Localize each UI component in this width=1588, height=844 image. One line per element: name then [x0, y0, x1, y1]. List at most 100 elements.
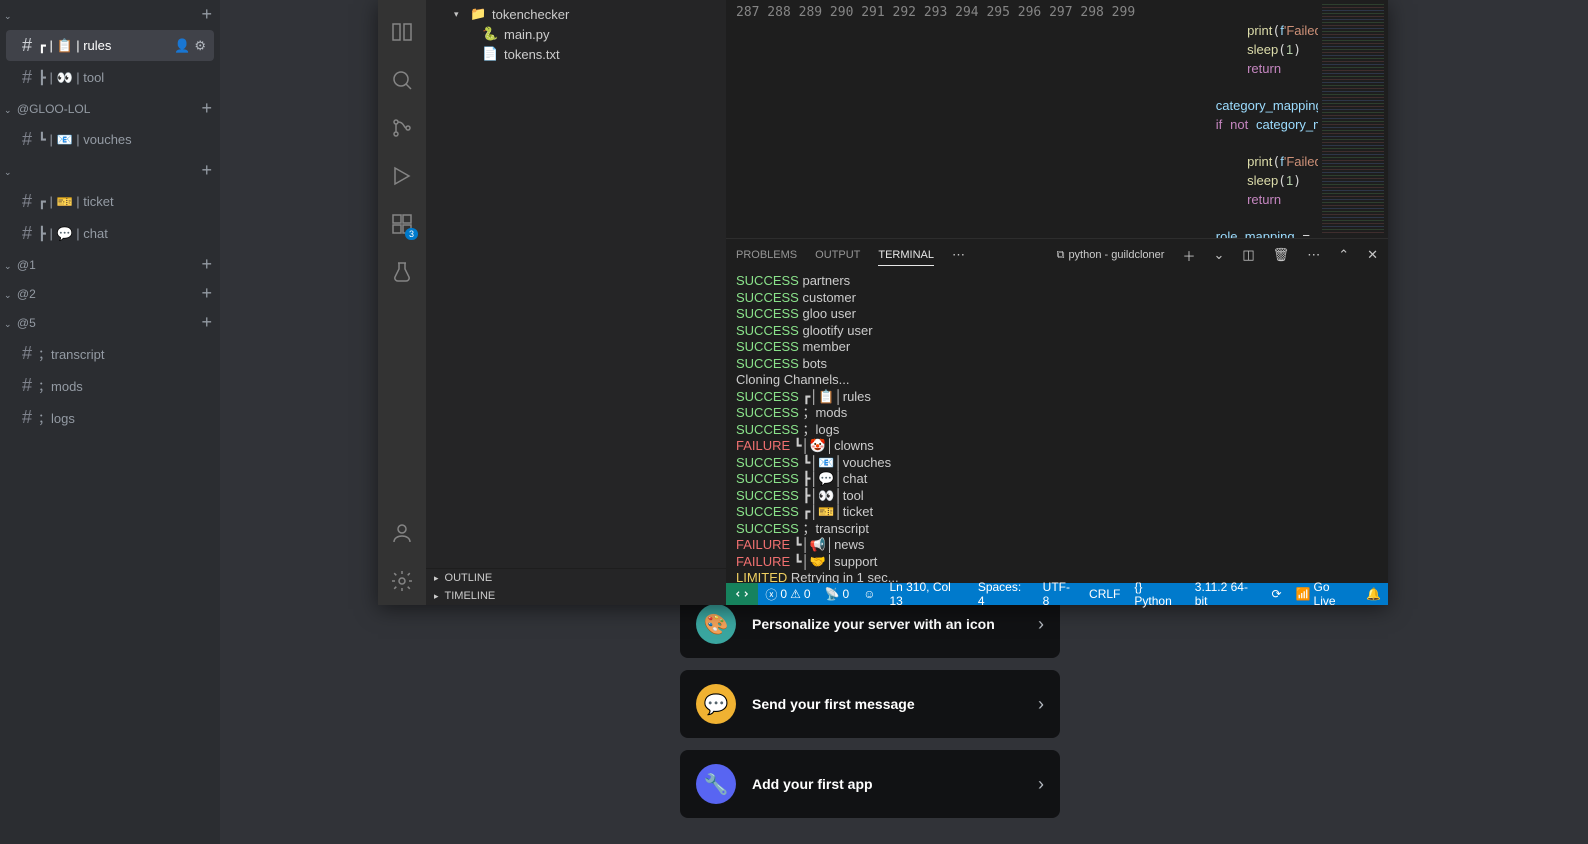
terminal-line: FAILURE ┗│📢│news [736, 537, 1378, 554]
hash-icon: # [22, 343, 32, 364]
terminal-line: SUCCESS bots [736, 356, 1378, 373]
status-spaces[interactable]: Spaces: 4 [971, 580, 1036, 608]
status-feedback-icon[interactable]: ☺ [856, 587, 882, 601]
tab-problems[interactable]: PROBLEMS [736, 245, 797, 265]
testing-icon[interactable] [378, 248, 426, 296]
category-gloo[interactable]: ⌄ @GLOO-LOL+ [0, 94, 220, 123]
bottom-panel: PROBLEMS OUTPUT TERMINAL ⋯ ⧉ python - gu… [726, 238, 1388, 583]
add-channel-icon[interactable]: + [201, 254, 212, 275]
channel-rules[interactable]: #┏ | 📋 | rules👤⚙ [6, 30, 214, 61]
channel-chat[interactable]: #┣ | 💬 | chat [6, 218, 214, 249]
channel-label: ；transcript [38, 344, 104, 363]
new-terminal-icon[interactable]: ＋ [1182, 246, 1195, 265]
explorer-icon[interactable] [378, 8, 426, 56]
panel-tabs: PROBLEMS OUTPUT TERMINAL ⋯ ⧉ python - gu… [726, 239, 1388, 271]
terminal-output[interactable]: SUCCESS partnersSUCCESS customerSUCCESS … [726, 271, 1388, 583]
chevron-down-icon: ⌄ [4, 290, 12, 300]
channel-transcript[interactable]: # ；transcript [6, 338, 214, 369]
channel-ticket[interactable]: #┏ | 🎫 | ticket [6, 186, 214, 217]
category-ticketcat[interactable]: ⌄ + [0, 156, 220, 185]
channel-label: ┣ | 💬 | chat [38, 226, 108, 242]
category-code[interactable]: ⌄ + [0, 0, 220, 29]
hash-icon: # [22, 67, 32, 88]
invite-icon[interactable]: 👤 [174, 38, 190, 54]
terminal-line: SUCCESS partners [736, 273, 1378, 290]
status-bell-icon[interactable]: 🔔 [1359, 587, 1388, 601]
channel-mods[interactable]: #；mods [6, 370, 214, 401]
add-channel-icon[interactable]: + [201, 4, 212, 25]
category-c2[interactable]: ⌄ @2+ [0, 279, 220, 308]
hash-icon: # [22, 407, 32, 428]
status-eol[interactable]: CRLF [1082, 587, 1127, 601]
file-tree: ▾ 📁 tokenchecker 🐍main.py📄tokens.txt [426, 0, 726, 568]
category-label: @GLOO-LOL [17, 102, 91, 116]
remote-indicator[interactable] [726, 583, 758, 605]
category-label: @1 [17, 258, 36, 272]
tab-output[interactable]: OUTPUT [815, 245, 860, 265]
card-icon: 💬 [696, 684, 736, 724]
hash-icon: # [22, 375, 32, 396]
status-sync-icon[interactable]: ⟳ [1265, 587, 1289, 601]
card-first-message[interactable]: 💬Send your first message› [680, 670, 1060, 738]
settings-gear-icon[interactable] [378, 557, 426, 605]
channel-tool[interactable]: #┣ | 👀 | tool [6, 62, 214, 93]
accounts-icon[interactable] [378, 509, 426, 557]
folder-label: tokenchecker [492, 7, 569, 22]
chevron-down-icon: ▾ [454, 9, 464, 20]
split-terminal-icon[interactable]: ◫ [1242, 247, 1254, 263]
chevron-down-icon: ⌄ [4, 319, 12, 329]
category-c5[interactable]: ⌄ @5+ [0, 308, 220, 337]
file-main-py[interactable]: 🐍main.py [426, 24, 726, 44]
maximize-panel-icon[interactable]: ⌃ [1338, 247, 1349, 263]
chevron-right-icon: › [1038, 774, 1044, 795]
panel-more-2-icon[interactable]: ⋯ [1307, 247, 1320, 263]
folder-tokenchecker[interactable]: ▾ 📁 tokenchecker [426, 4, 726, 24]
channel-label: ┗ | 📧 | vouches [38, 132, 132, 148]
tab-terminal[interactable]: TERMINAL [878, 245, 934, 266]
line-gutter: 287 288 289 290 291 292 293 294 295 296 … [726, 0, 1153, 238]
terminal-process[interactable]: ⧉ python - guildcloner [1057, 249, 1165, 262]
status-interpreter[interactable]: 3.11.2 64-bit [1188, 580, 1265, 608]
discord-onboarding-cards: 🎨Personalize your server with an icon›💬S… [680, 590, 1060, 830]
terminal-line: SUCCESS glootify user [736, 323, 1378, 340]
status-ports[interactable]: 📡 0 [818, 587, 857, 601]
status-language[interactable]: {} Python [1127, 580, 1187, 608]
panel-more-icon[interactable]: ⋯ [952, 247, 965, 263]
hash-icon: # [22, 129, 32, 150]
chevron-down-icon: ⌄ [4, 261, 12, 271]
discord-channel-list: ⌄ +#┏ | 📋 | rules👤⚙#┣ | 👀 | tool⌄ @GLOO-… [0, 0, 220, 844]
add-channel-icon[interactable]: + [201, 98, 212, 119]
editor-area: 287 288 289 290 291 292 293 294 295 296 … [726, 0, 1388, 605]
add-channel-icon[interactable]: + [201, 160, 212, 181]
status-encoding[interactable]: UTF-8 [1036, 580, 1082, 608]
status-cursor[interactable]: Ln 310, Col 13 [882, 580, 970, 608]
add-channel-icon[interactable]: + [201, 312, 212, 333]
minimap[interactable] [1318, 0, 1388, 238]
code-editor[interactable]: 287 288 289 290 291 292 293 294 295 296 … [726, 0, 1388, 238]
terminal-line: SUCCESS member [736, 339, 1378, 356]
close-panel-icon[interactable]: ✕ [1367, 247, 1378, 263]
channel-vouches[interactable]: # ┗ | 📧 | vouches [6, 124, 214, 155]
code-content[interactable]: print(f'Failed to fetch categories and c… [1153, 0, 1318, 238]
card-first-app[interactable]: 🔧Add your first app› [680, 750, 1060, 818]
gear-icon[interactable]: ⚙ [194, 38, 206, 54]
terminal-line: FAILURE ┗│🤝│support [736, 554, 1378, 571]
timeline-section[interactable]: ▸TIMELINE [426, 587, 726, 605]
card-icon: 🔧 [696, 764, 736, 804]
channel-logs[interactable]: # ；logs [6, 402, 214, 433]
search-icon[interactable] [378, 56, 426, 104]
status-golive[interactable]: 📶 Go Live [1289, 580, 1360, 608]
channel-label: ；logs [38, 408, 75, 427]
status-errors[interactable]: ⓧ 0 ⚠ 0 [758, 586, 817, 603]
outline-section[interactable]: ▸OUTLINE [426, 569, 726, 587]
add-channel-icon[interactable]: + [201, 283, 212, 304]
category-c1[interactable]: ⌄ @1 + [0, 250, 220, 279]
kill-terminal-icon[interactable]: 🗑 [1273, 247, 1290, 263]
run-debug-icon[interactable] [378, 152, 426, 200]
chevron-down-icon[interactable]: ⌄ [1213, 247, 1224, 263]
source-control-icon[interactable] [378, 104, 426, 152]
file-tokens-txt[interactable]: 📄tokens.txt [426, 44, 726, 64]
card-label: Personalize your server with an icon [752, 616, 1022, 632]
terminal-line: SUCCESS ┣│💬│chat [736, 471, 1378, 488]
extensions-icon[interactable]: 3 [378, 200, 426, 248]
